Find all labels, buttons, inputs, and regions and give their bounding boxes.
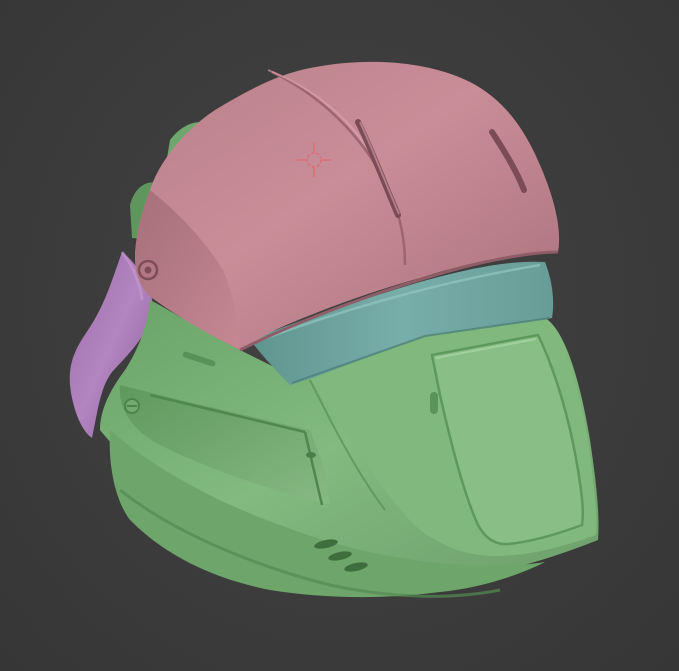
helmet-model[interactable]	[0, 0, 679, 671]
3d-viewport[interactable]	[0, 0, 679, 671]
